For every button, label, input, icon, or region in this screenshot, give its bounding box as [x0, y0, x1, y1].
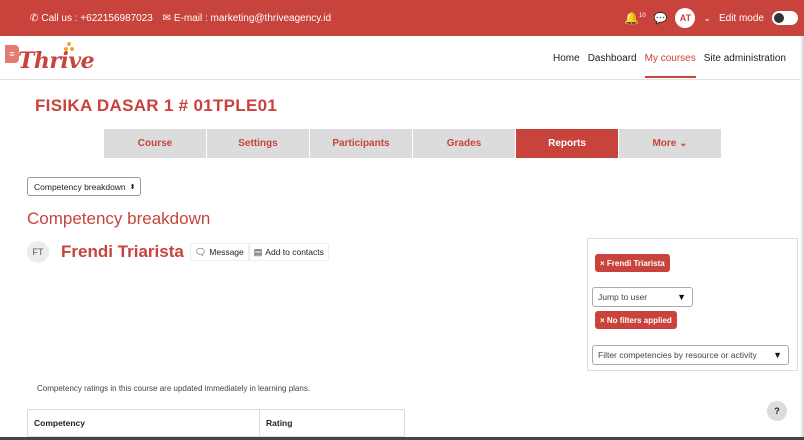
- table-header-rating: Rating: [266, 418, 293, 428]
- ratings-note: Competency ratings in this course are up…: [37, 384, 311, 393]
- course-title: FISIKA DASAR 1 # 01TPLE01: [35, 96, 278, 115]
- window-edge: [800, 36, 804, 440]
- select-arrows-icon: ⬍: [129, 183, 136, 191]
- tab-participants[interactable]: Participants: [310, 129, 412, 158]
- course-tabs: Course Settings Participants Grades Repo…: [104, 129, 722, 158]
- dropdown-arrow-icon: ▼: [677, 292, 686, 302]
- jump-to-user-select[interactable]: Jump to user ▼: [592, 287, 693, 307]
- chevron-down-icon[interactable]: ⌄: [703, 13, 711, 24]
- filter-panel: × Frendi Triarista Jump to user ▼ × No f…: [587, 238, 798, 371]
- report-select-value: Competency breakdown: [34, 181, 126, 192]
- user-filter-chip[interactable]: × Frendi Triarista: [595, 254, 670, 272]
- edit-mode-toggle[interactable]: [772, 11, 798, 25]
- user-avatar[interactable]: AT: [675, 8, 696, 28]
- nav-my-courses[interactable]: My courses: [644, 53, 696, 78]
- drawer-toggle-icon[interactable]: ≡: [5, 45, 19, 63]
- top-contact-bar: ✆ Call us : +622156987023 ✉ E-mail : marke…: [0, 0, 804, 36]
- user-initials-avatar[interactable]: FT: [27, 241, 49, 263]
- address-card-icon: ▤: [253, 246, 263, 257]
- message-icon: 🗨: [194, 246, 207, 257]
- filter-competencies-select[interactable]: Filter competencies by resource or activ…: [592, 345, 789, 365]
- tab-reports[interactable]: Reports: [516, 129, 618, 158]
- add-to-contacts-button[interactable]: ▤ Add to contacts: [248, 243, 329, 261]
- email-text[interactable]: E-mail : marketing@thriveagency.id: [174, 13, 331, 24]
- phone-icon: ✆: [30, 13, 39, 24]
- notification-bell-icon[interactable]: 🔔10: [624, 11, 646, 25]
- nav-site-administration[interactable]: Site administration: [704, 53, 786, 78]
- user-header: FT Frendi Triarista 🗨 Message ▤ Add to c…: [27, 241, 329, 263]
- email-icon: ✉: [162, 13, 171, 24]
- message-label: Message: [209, 247, 244, 257]
- page-heading: Competency breakdown: [27, 209, 211, 228]
- nav-home[interactable]: Home: [553, 53, 580, 78]
- logo-mark-icon: [64, 42, 74, 52]
- user-name-link[interactable]: Frendi Triarista: [61, 242, 184, 262]
- add-contacts-label: Add to contacts: [265, 247, 324, 257]
- thrive-logo[interactable]: Thrive: [18, 48, 95, 74]
- call-us-text: Call us : +622156987023: [41, 13, 153, 24]
- no-filters-chip[interactable]: × No filters applied: [595, 311, 677, 329]
- contact-info: ✆ Call us : +622156987023 ✉ E-mail : marke…: [30, 13, 331, 24]
- competency-table: Competency Rating: [27, 409, 405, 437]
- tab-settings[interactable]: Settings: [207, 129, 309, 158]
- report-select[interactable]: Competency breakdown ⬍: [27, 177, 141, 196]
- message-button[interactable]: 🗨 Message: [189, 243, 249, 261]
- filter-competencies-placeholder: Filter competencies by resource or activ…: [598, 350, 757, 360]
- edit-mode-label: Edit mode: [718, 12, 764, 24]
- tab-more[interactable]: More ⌄: [619, 129, 721, 158]
- jump-to-user-label: Jump to user: [598, 292, 648, 302]
- tab-course[interactable]: Course: [104, 129, 206, 158]
- help-button[interactable]: ?: [767, 401, 787, 421]
- table-header-competency: Competency: [28, 410, 260, 436]
- tab-grades[interactable]: Grades: [413, 129, 515, 158]
- messages-icon[interactable]: 💬: [654, 12, 668, 25]
- nav-dashboard[interactable]: Dashboard: [588, 53, 637, 78]
- primary-navigation: ≡ Thrive Home Dashboard My courses Site …: [0, 36, 804, 80]
- dropdown-arrow-icon: ▼: [773, 350, 782, 360]
